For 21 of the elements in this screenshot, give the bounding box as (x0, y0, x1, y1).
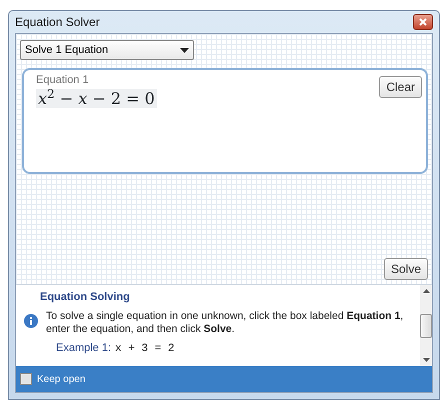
example-code: x + 3 = 2 (115, 342, 174, 357)
checkbox-label: Keep open (37, 372, 86, 386)
scrollbar[interactable] (420, 285, 432, 366)
caret-icon (180, 48, 189, 52)
equation-field[interactable]: Equation 1 x$^{2}$ − x − 2 = 0 Clear (22, 68, 428, 174)
help-title: Equation Solving (40, 290, 131, 305)
example-label: Example 1: (56, 340, 112, 356)
mode-dropdown[interactable]: Solve 1 Equation (20, 40, 194, 60)
solve-button[interactable]: Solve (384, 258, 428, 280)
window-title: Equation Solver (15, 14, 100, 31)
scroll-thumb[interactable] (420, 314, 432, 338)
clear-button[interactable]: Clear (379, 76, 422, 98)
field-label: Equation 1 (36, 73, 89, 88)
equation-text: x$^{2}$ − x − 2 = 0 (36, 88, 157, 108)
keep-open-checkbox[interactable] (20, 373, 32, 385)
scroll-up-icon[interactable] (422, 289, 430, 293)
close-icon (419, 18, 427, 26)
info-icon (24, 314, 38, 328)
scroll-down-icon[interactable] (422, 358, 430, 362)
help-text: To solve a single equation in one unknown, click the box labeled Equation 1, enter the equation, and then click Solve. (46, 310, 404, 336)
close-button[interactable] (413, 14, 433, 30)
